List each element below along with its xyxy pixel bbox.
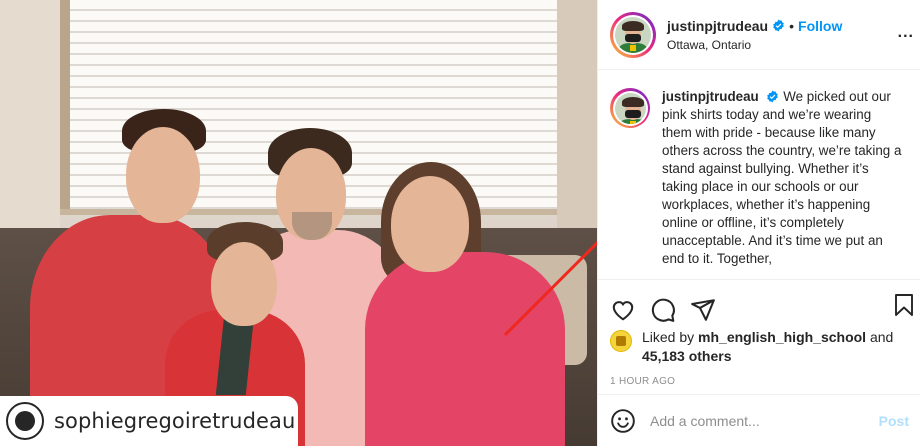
comment-icon[interactable] <box>650 297 676 323</box>
caption-username[interactable]: justinpjtrudeau <box>662 89 759 104</box>
post-sidebar: justinpjtrudeau • Follow Ottawa, Ontario… <box>597 0 920 446</box>
comment-input[interactable] <box>650 412 860 429</box>
author-username[interactable]: justinpjtrudeau <box>667 18 768 34</box>
user-icon <box>6 402 44 440</box>
caption: justinpjtrudeau We picked out our pink s… <box>598 70 920 280</box>
avatar[interactable] <box>610 11 656 58</box>
more-options-button[interactable]: ... <box>898 24 914 42</box>
heart-icon[interactable] <box>610 297 636 323</box>
post-header: justinpjtrudeau • Follow Ottawa, Ontario… <box>598 0 920 70</box>
liker-username[interactable]: mh_english_high_school <box>698 329 866 345</box>
likes-prefix: Liked by <box>642 329 695 345</box>
liker-avatar[interactable] <box>610 330 632 352</box>
follow-button[interactable]: Follow <box>798 18 842 34</box>
tagged-user-badge[interactable]: sophiegregoiretrudeau <box>0 396 298 446</box>
post-location[interactable]: Ottawa, Ontario <box>667 38 842 52</box>
post-timestamp[interactable]: 1 HOUR AGO <box>598 376 920 387</box>
verified-badge-icon <box>767 90 779 103</box>
caption-text: We picked out our pink shirts today and … <box>662 89 902 266</box>
action-bar <box>598 280 920 328</box>
avatar[interactable] <box>610 88 650 128</box>
share-icon[interactable] <box>690 297 716 323</box>
comment-bar: Post <box>598 394 920 446</box>
bookmark-icon[interactable] <box>892 292 916 318</box>
verified-badge-icon <box>773 19 784 32</box>
post-comment-button[interactable]: Post <box>879 413 909 429</box>
likes-summary: Liked by mh_english_high_school and 45,1… <box>598 328 920 366</box>
emoji-icon[interactable] <box>610 408 636 434</box>
tagged-username: sophiegregoiretrudeau <box>54 409 296 433</box>
likes-count[interactable]: 45,183 others <box>642 348 732 364</box>
arrow-annotation <box>503 240 597 337</box>
likes-conjunction: and <box>869 329 894 345</box>
post-photo[interactable]: sophiegregoiretrudeau <box>0 0 597 446</box>
separator-dot: • <box>789 17 795 34</box>
